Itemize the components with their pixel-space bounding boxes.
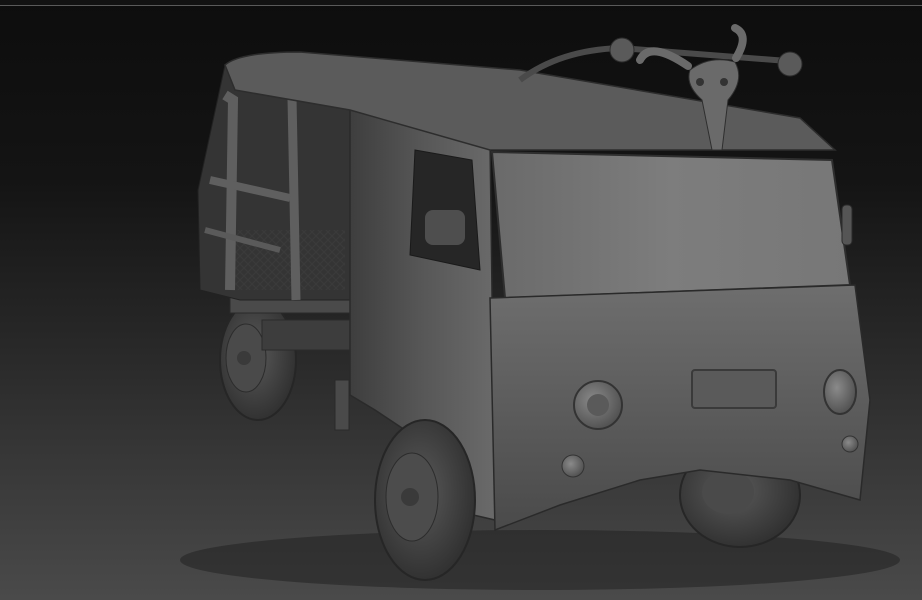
rear-left-wheel [219, 299, 297, 421]
side-step [334, 379, 350, 431]
side-mirror [841, 204, 853, 246]
windshield [490, 150, 852, 300]
front-left-wheel [374, 419, 476, 581]
left-fog-lamp [561, 454, 585, 478]
sculpt-viewport[interactable] [0, 0, 922, 600]
license-plate [691, 369, 777, 409]
right-headlight [823, 369, 857, 415]
ground-shadow [180, 530, 900, 590]
driver-seat [425, 210, 465, 245]
van-sculpt-render [180, 24, 900, 590]
left-headlight [573, 380, 623, 430]
roof-rack [518, 37, 803, 83]
right-fog-lamp [841, 435, 859, 453]
